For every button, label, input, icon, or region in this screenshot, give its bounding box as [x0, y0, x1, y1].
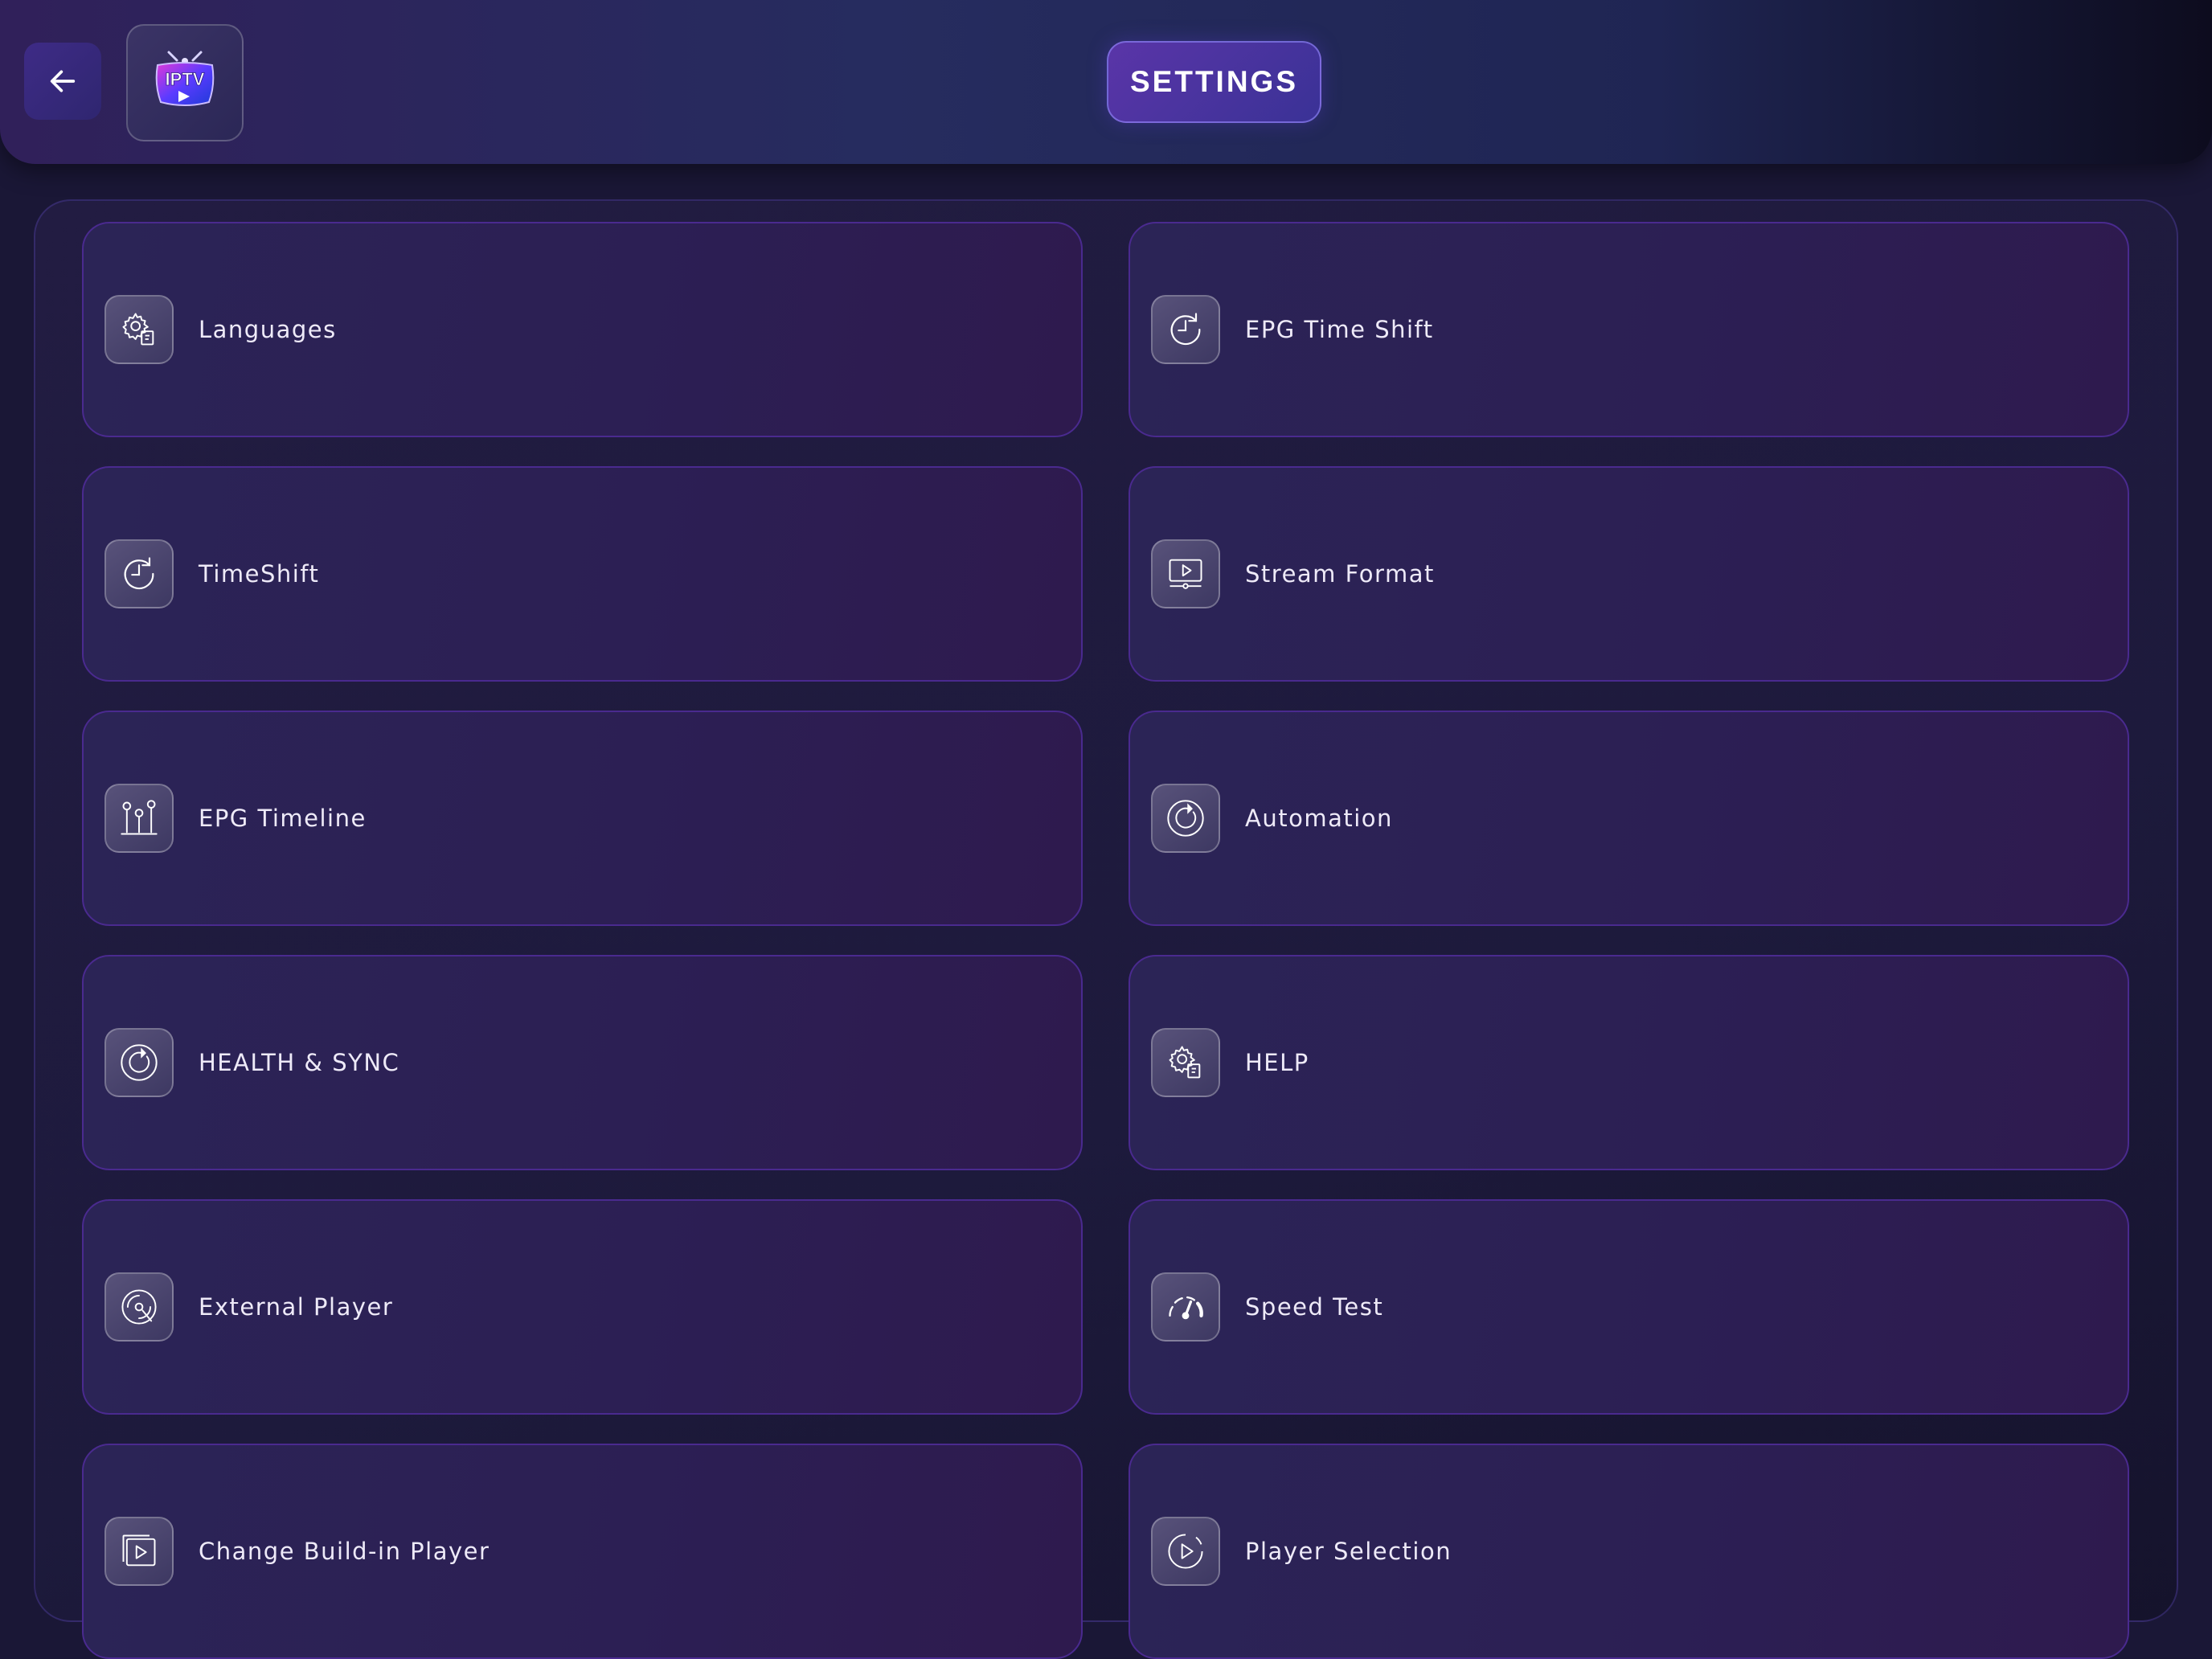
- settings-item-speed-test[interactable]: Speed Test: [1129, 1199, 2129, 1415]
- clock-rotate-icon: [104, 539, 174, 608]
- gear-document-icon: [104, 295, 174, 364]
- settings-item-label: External Player: [199, 1293, 394, 1321]
- settings-item-label: HEALTH & SYNC: [199, 1049, 400, 1076]
- settings-item-label: Stream Format: [1245, 560, 1435, 588]
- settings-item-label: Speed Test: [1245, 1293, 1384, 1321]
- back-button[interactable]: [24, 43, 101, 120]
- sliders-pins-icon: [104, 784, 174, 853]
- settings-item-external-player[interactable]: External Player: [82, 1199, 1083, 1415]
- app-logo: IPTV: [126, 24, 244, 141]
- play-circle-icon: [1151, 1517, 1220, 1586]
- disc-icon: [104, 1272, 174, 1342]
- top-bar: IPTV SETTINGS: [0, 0, 2212, 164]
- settings-item-label: EPG Timeline: [199, 805, 367, 832]
- settings-item-epg-timeline[interactable]: EPG Timeline: [82, 711, 1083, 926]
- settings-item-label: Languages: [199, 316, 337, 343]
- settings-item-label: Change Build-in Player: [199, 1538, 490, 1565]
- settings-item-label: TimeShift: [199, 560, 320, 588]
- refresh-circle-icon: [1151, 784, 1220, 853]
- settings-item-player-selection[interactable]: Player Selection: [1129, 1444, 2129, 1659]
- settings-item-change-build-in-player[interactable]: Change Build-in Player: [82, 1444, 1083, 1659]
- settings-item-epg-time-shift[interactable]: EPG Time Shift: [1129, 222, 2129, 437]
- clock-rotate-icon: [1151, 295, 1220, 364]
- settings-item-label: Player Selection: [1245, 1538, 1452, 1565]
- arrow-left-icon: [50, 70, 76, 92]
- tv-logo-icon: IPTV: [155, 51, 215, 106]
- settings-item-label: HELP: [1245, 1049, 1309, 1076]
- settings-item-stream-format[interactable]: Stream Format: [1129, 466, 2129, 682]
- settings-item-health-sync[interactable]: HEALTH & SYNC: [82, 955, 1083, 1170]
- player-window-icon: [104, 1517, 174, 1586]
- page-title: SETTINGS: [1107, 41, 1321, 123]
- settings-item-help[interactable]: HELP: [1129, 955, 2129, 1170]
- refresh-circle-icon: [104, 1028, 174, 1097]
- logo-text: IPTV: [166, 69, 205, 89]
- settings-item-automation[interactable]: Automation: [1129, 711, 2129, 926]
- gear-document-icon: [1151, 1028, 1220, 1097]
- monitor-play-icon: [1151, 539, 1220, 608]
- settings-item-label: Automation: [1245, 805, 1393, 832]
- settings-item-languages[interactable]: Languages: [82, 222, 1083, 437]
- settings-item-label: EPG Time Shift: [1245, 316, 1434, 343]
- settings-item-timeshift[interactable]: TimeShift: [82, 466, 1083, 682]
- speedometer-icon: [1151, 1272, 1220, 1342]
